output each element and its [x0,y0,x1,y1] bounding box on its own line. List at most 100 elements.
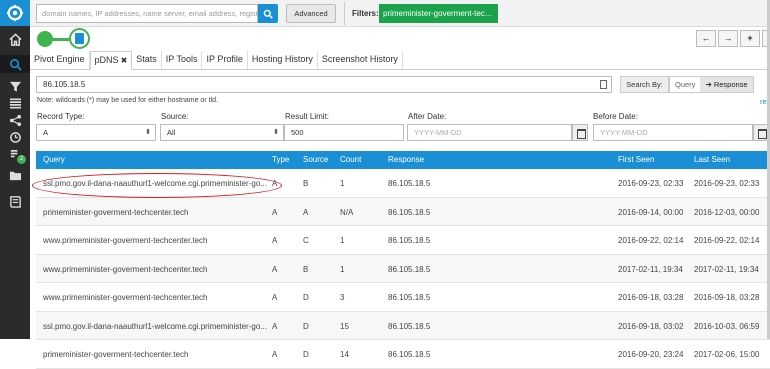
search-icon [263,9,273,19]
workflow-step-1[interactable] [37,31,53,47]
app-logo-icon[interactable] [0,0,30,26]
last-seen-cell: 2017-02-11, 19:34 [694,264,759,274]
back-button[interactable]: ← [696,30,716,47]
list-icon[interactable] [0,94,30,112]
home-icon[interactable] [0,30,30,48]
type-cell: A [272,207,278,217]
last-seen-cell: 2016-10-03, 06:59 [694,321,760,331]
col-source[interactable]: Source [303,155,328,164]
tab-hosting-history[interactable]: Hosting History [248,51,318,69]
top-search-bar: domain names, IP addresses, name server,… [30,0,770,27]
tab-screenshot-history[interactable]: Screenshot History [318,51,403,69]
add-button[interactable]: + [740,30,760,47]
chevron-updown-icon: ⬍ [145,129,151,136]
tab-stats[interactable]: Stats [132,51,162,69]
source-cell: D [303,293,309,302]
count-cell: 1 [340,264,345,274]
response-cell[interactable]: 86.105.18.5 [388,350,430,359]
tab-ip-profile[interactable]: IP Profile [202,51,248,69]
search-by-toggle: Query ➔ Response [669,76,754,93]
after-date-input[interactable]: YYYY-MM-DD [407,124,572,141]
last-seen-cell: 2016-09-18, 03:28 [694,293,760,302]
col-last-seen[interactable]: Last Seen [694,155,730,164]
search-icon[interactable] [0,55,30,73]
count-cell: 14 [340,350,349,359]
result-limit-input[interactable]: 500 [284,124,404,141]
query-cell[interactable]: primeminister-goverment-techcenter.tech [43,350,188,359]
col-type[interactable]: Type [272,155,289,164]
calendar-icon[interactable] [572,124,588,141]
filter-icon[interactable] [0,77,30,95]
share-icon[interactable] [0,111,30,129]
search-button[interactable] [258,4,278,23]
tab-ip-tools[interactable]: IP Tools [162,51,203,69]
annotation-ellipse [32,173,282,198]
table-row[interactable]: www.primeminister-goverment-techcenter.t… [36,226,770,255]
forward-button[interactable]: → [718,30,738,47]
query-option[interactable]: Query [670,77,701,92]
table-row[interactable]: www.primeminister-goverment-techcenter.t… [36,283,770,312]
history-icon[interactable] [0,128,30,146]
workflow-step-2[interactable] [69,28,90,49]
last-seen-cell: 2017-02-06, 15:00 [694,350,760,359]
query-cell[interactable]: www.primeminister-goverment-techcenter.t… [43,236,208,245]
type-cell: A [272,236,278,245]
close-icon[interactable]: ✖ [121,56,128,65]
first-seen-cell: 2016-09-20, 23:24 [618,350,684,359]
response-cell[interactable]: 86.105.18.5 [388,208,430,217]
count-cell: N/A [340,207,354,217]
filter-chip[interactable]: primeminister-goverment-tec... [379,4,498,23]
divider [344,2,345,25]
source-cell: B [303,264,309,274]
clipboard-icon[interactable] [600,80,607,89]
tab-pivot-engine[interactable]: Pivot Engine [30,51,90,69]
query-cell[interactable]: ssl.pmo.gov.il-dana-naauthurl1-welcome.c… [43,322,267,331]
source-cell: A [303,207,309,217]
col-response[interactable]: Response [388,155,424,164]
table-row[interactable]: www.primeminister-goverment-techcenter.t… [36,254,770,283]
type-cell: A [272,350,278,359]
response-cell[interactable]: 86.105.18.5 [388,293,430,302]
source-cell: D [303,350,309,359]
response-cell[interactable]: 86.105.18.5 [388,322,430,331]
alerts-icon[interactable]: 2 [0,146,30,164]
response-option-label: Response [713,80,748,89]
query-cell[interactable]: www.primeminister-goverment-techcenter.t… [43,265,208,274]
first-seen-cell: 2016-09-18, 03:02 [618,321,684,331]
table-row[interactable]: ssl.pmo.gov.il-dana-naauthurl1-welcome.c… [36,311,770,340]
record-type-label: Record Type: [37,112,85,121]
advanced-button[interactable]: Advanced [286,4,336,23]
before-date-label: Before Date: [593,112,638,121]
tab-pdns[interactable]: pDNS ✖ [89,51,133,70]
response-cell[interactable]: 86.105.18.5 [388,265,430,274]
chevron-updown-icon: ⬍ [273,129,279,136]
col-count[interactable]: Count [340,155,361,164]
response-cell[interactable]: 86.105.18.5 [388,179,430,188]
source-value: All [167,128,176,137]
response-cell[interactable]: 86.105.18.5 [388,236,430,245]
table-row[interactable]: primeminister-goverment-techcenter.tech … [36,340,770,369]
response-option[interactable]: ➔ Response [700,77,753,92]
filters-label: Filters: [352,9,379,18]
workflow-bar: ← → + [30,27,770,51]
alerts-badge: 2 [17,155,26,164]
global-search-input[interactable]: domain names, IP addresses, name server,… [36,4,258,23]
type-cell: A [272,264,278,274]
last-seen-cell: 2016-09-22, 02:14 [694,236,760,245]
record-type-select[interactable]: A ⬍ [36,124,156,141]
query-cell[interactable]: www.primeminister-goverment-techcenter.t… [43,293,208,302]
source-select[interactable]: All ⬍ [160,124,284,141]
book-icon[interactable] [0,192,30,210]
query-cell[interactable]: primeminister-goverment-techcenter.tech [43,208,188,217]
col-first-seen[interactable]: First Seen [618,155,654,164]
results-table-header: Query Type Source Count Response First S… [36,151,770,169]
tab-label: pDNS [94,55,119,65]
count-cell: 3 [340,293,345,302]
count-cell: 15 [340,321,349,331]
type-cell: A [272,293,278,302]
before-date-input[interactable]: YYYY-MM-DD [593,124,753,141]
query-input[interactable]: 86.105.18.5 [36,76,612,93]
table-row[interactable]: primeminister-goverment-techcenter.tech … [36,197,770,226]
col-query[interactable]: Query [43,155,65,164]
folder-icon[interactable] [0,166,30,184]
